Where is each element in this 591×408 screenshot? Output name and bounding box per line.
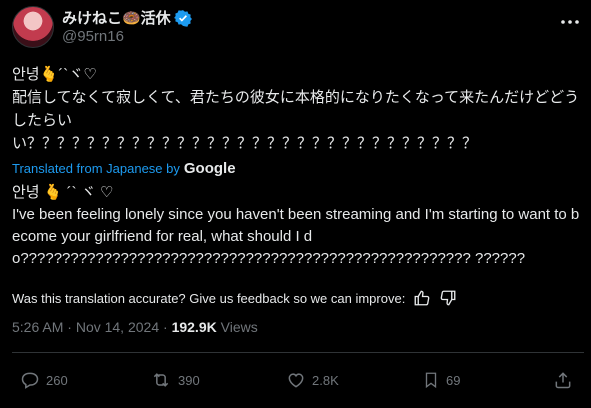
translated-label[interactable]: Translated from Japanese by [12, 161, 180, 176]
feedback-prompt: Was this translation accurate? Give us f… [12, 290, 406, 306]
repost-button[interactable]: 390 [150, 370, 200, 390]
translation-attribution: Translated from Japanese by Google [12, 160, 236, 177]
reply-count: 260 [46, 372, 68, 388]
meta-separator: · [67, 319, 72, 335]
bookmark-icon [425, 372, 437, 389]
like-icon [288, 373, 304, 388]
handle[interactable]: @95rn16 [62, 28, 124, 45]
tweet-header: みけねこ🍩活休 @95rn16 [0, 0, 591, 56]
avatar[interactable] [12, 6, 54, 48]
thumbs-down-icon[interactable] [439, 289, 457, 307]
repost-icon [153, 373, 169, 387]
reply-button[interactable]: 260 [20, 370, 68, 390]
like-count: 2.8K [312, 372, 339, 388]
share-button[interactable] [553, 370, 573, 390]
views-count[interactable]: 192.9K [172, 319, 217, 335]
tweet-date[interactable]: Nov 14, 2024 [76, 319, 159, 335]
reply-icon [21, 372, 39, 389]
verified-badge-icon [173, 9, 192, 27]
google-brand: Google [183, 160, 236, 177]
tweet-meta: 5:26 AM · Nov 14, 2024 · 192.9K Views [12, 319, 258, 335]
bookmark-button[interactable]: 69 [422, 370, 460, 390]
display-name[interactable]: みけねこ🍩活休 [62, 7, 171, 28]
translation-feedback: Was this translation accurate? Give us f… [12, 289, 457, 307]
repost-count: 390 [178, 372, 200, 388]
meta-separator-2: · [163, 319, 168, 335]
action-bar: 260 390 2.8K 69 [0, 366, 591, 398]
tweet-translated-text: 안녕 🫰 ´` ヾ ♡ I've been feeling lonely sin… [12, 184, 580, 267]
bookmark-count: 69 [446, 372, 461, 388]
more-icon[interactable] [558, 10, 582, 34]
thumbs-up-icon[interactable] [413, 289, 431, 307]
share-icon [555, 372, 571, 389]
tweet-original-text: 안녕🫰´`ヾ♡ 配信してなくて寂しくて、君たちの彼女に本格的になりたくなって来た… [12, 66, 580, 152]
tweet-time[interactable]: 5:26 AM [12, 319, 63, 335]
like-button[interactable]: 2.8K [286, 370, 339, 390]
views-label: Views [220, 319, 258, 335]
author-name-row[interactable]: みけねこ🍩活休 [62, 7, 192, 28]
divider [12, 352, 584, 353]
